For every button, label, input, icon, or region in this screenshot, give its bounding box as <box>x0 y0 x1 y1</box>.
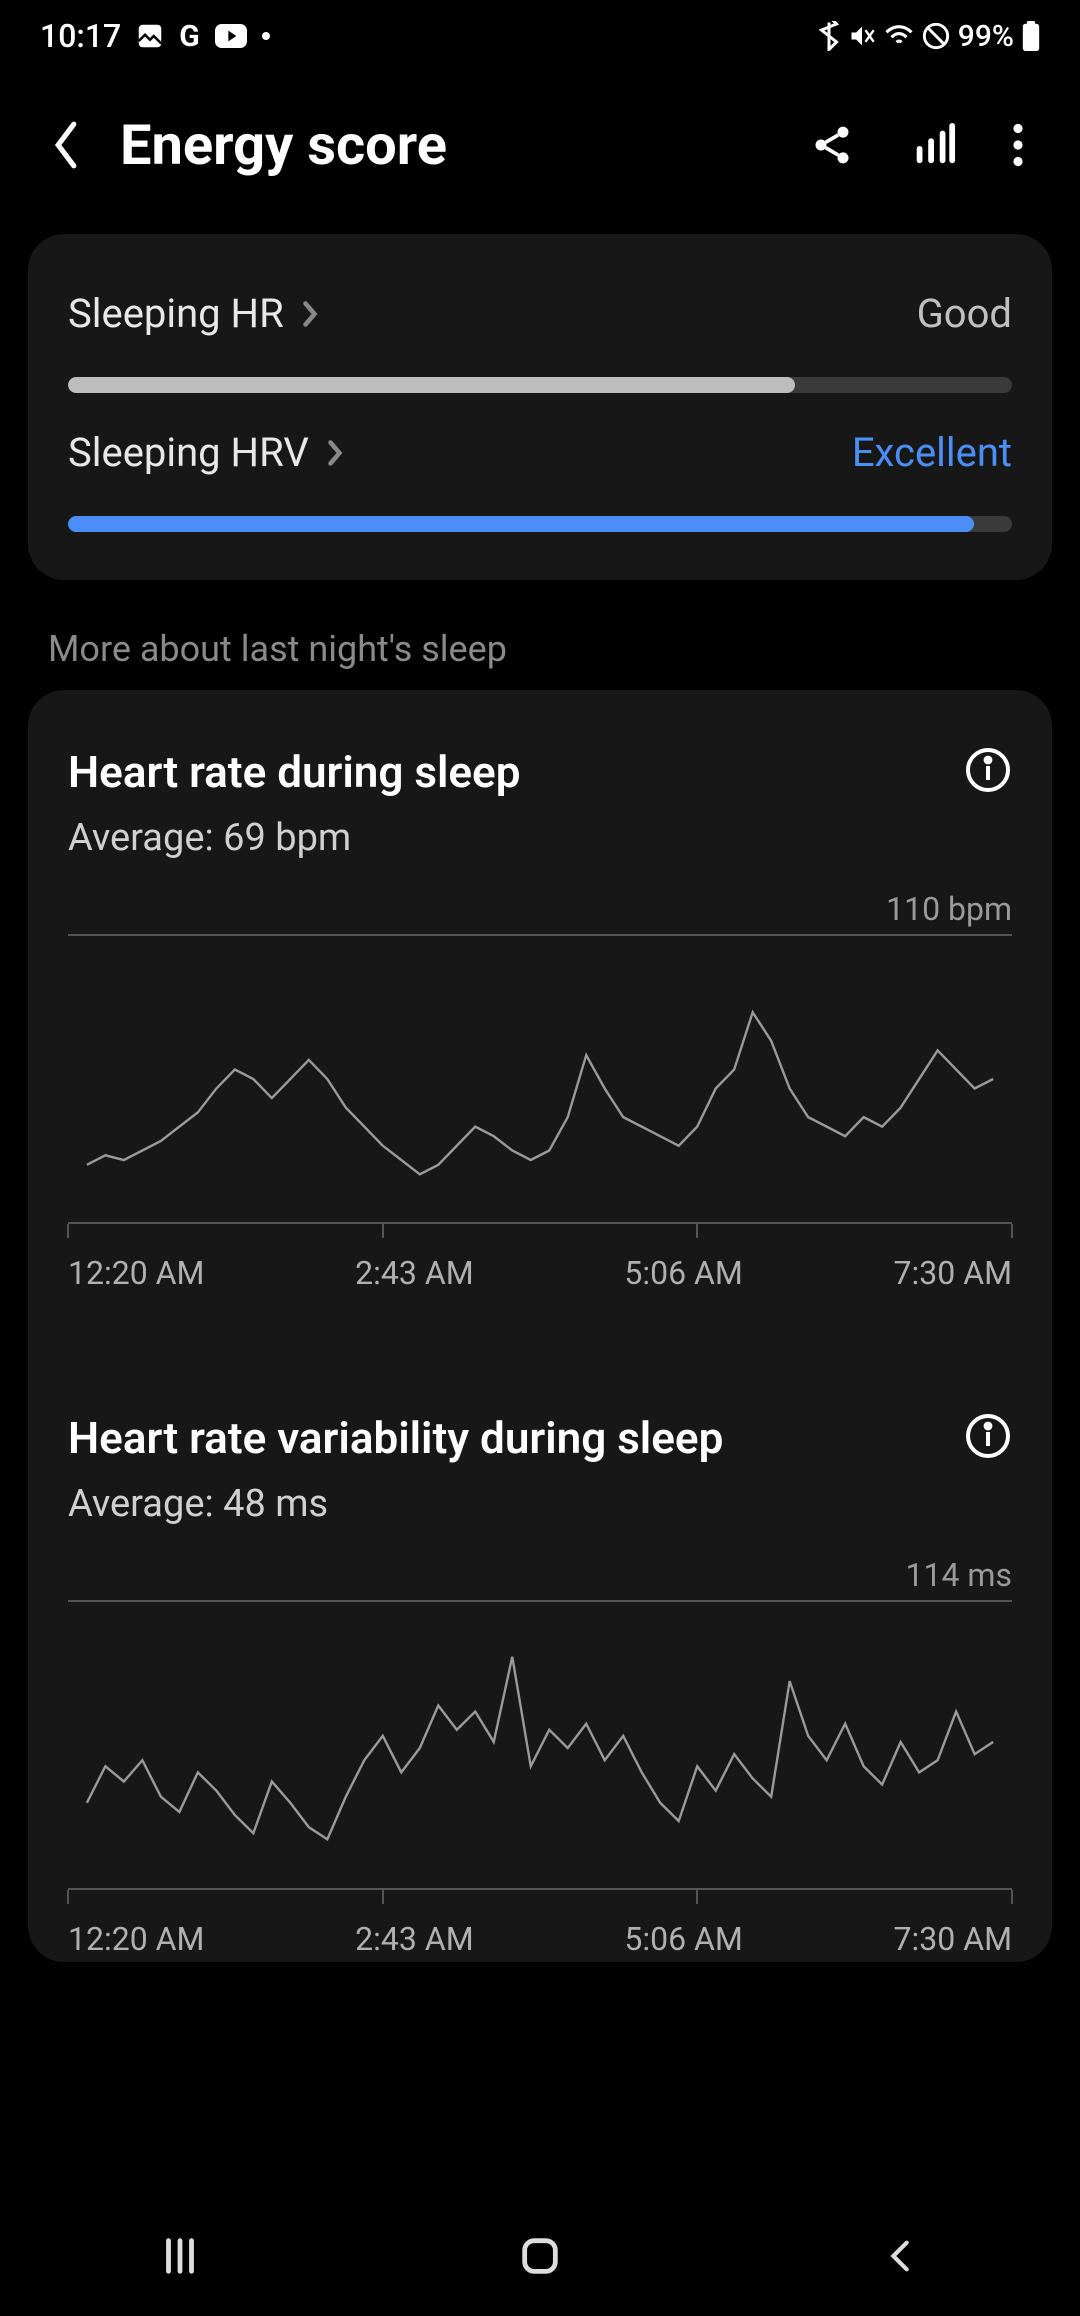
x-tick-label: 7:30 AM <box>894 1254 1012 1292</box>
status-battery-pct: 99% <box>958 19 1014 54</box>
nav-back-button[interactable] <box>870 2233 930 2279</box>
x-tick-label: 12:20 AM <box>68 1920 204 1962</box>
back-button[interactable] <box>48 119 84 171</box>
system-nav-bar <box>0 2196 1080 2316</box>
metric-status: Excellent <box>852 429 1012 476</box>
hr-chart-title: Heart rate during sleep <box>68 746 521 798</box>
youtube-icon <box>214 24 248 48</box>
hr-x-labels: 12:20 AM 2:43 AM 5:06 AM 7:30 AM <box>68 1254 1012 1292</box>
progress-fill <box>68 516 974 532</box>
hr-chart-block: Heart rate during sleep Average: 69 bpm … <box>68 746 1012 1292</box>
app-bar: Energy score <box>0 72 1080 234</box>
sleep-card: Heart rate during sleep Average: 69 bpm … <box>28 690 1052 1962</box>
gallery-icon <box>135 21 165 51</box>
status-left: 10:17 G <box>40 17 270 55</box>
page-title: Energy score <box>120 112 774 178</box>
bluetooth-icon <box>818 21 840 51</box>
hrv-chart-block: Heart rate variability during sleep Aver… <box>68 1412 1012 1962</box>
hrv-chart-max: 114 ms <box>68 1556 1012 1594</box>
mute-icon <box>848 22 876 50</box>
notification-dot-icon <box>262 32 270 40</box>
metric-row[interactable]: Sleeping HRV Excellent <box>28 393 1052 532</box>
metric-status: Good <box>917 290 1012 337</box>
hr-chart <box>68 934 1012 1224</box>
status-right: 99% <box>818 19 1040 54</box>
hrv-chart-average: Average: 48 ms <box>68 1482 723 1526</box>
hr-chart-average: Average: 69 bpm <box>68 816 521 860</box>
x-tick-label: 2:43 AM <box>355 1254 473 1292</box>
chart-button[interactable] <box>910 122 956 168</box>
progress-track <box>68 516 1012 532</box>
metric-label: Sleeping HR <box>68 290 284 337</box>
hrv-info-button[interactable] <box>964 1412 1012 1460</box>
more-button[interactable] <box>1012 123 1024 167</box>
chevron-right-icon <box>325 438 345 468</box>
metrics-card: Sleeping HR Good Sleeping HRV Excellent <box>28 234 1052 580</box>
x-tick-label: 12:20 AM <box>68 1254 204 1292</box>
home-button[interactable] <box>510 2233 570 2279</box>
hrv-chart-title: Heart rate variability during sleep <box>68 1412 723 1464</box>
wifi-icon <box>884 24 914 48</box>
metric-label: Sleeping HRV <box>68 429 309 476</box>
hrv-x-tick-marks <box>68 1890 1012 1910</box>
recents-button[interactable] <box>150 2233 210 2279</box>
progress-track <box>68 377 1012 393</box>
battery-icon <box>1022 21 1040 51</box>
hr-info-button[interactable] <box>964 746 1012 794</box>
hrv-x-labels: 12:20 AM 2:43 AM 5:06 AM 7:30 AM <box>68 1920 1012 1962</box>
metric-row[interactable]: Sleeping HR Good <box>28 254 1052 393</box>
x-tick-label: 5:06 AM <box>624 1920 742 1962</box>
x-tick-label: 7:30 AM <box>894 1920 1012 1962</box>
x-tick-label: 2:43 AM <box>355 1920 473 1962</box>
section-subtitle: More about last night's sleep <box>48 628 1080 670</box>
x-tick-label: 5:06 AM <box>624 1254 742 1292</box>
hr-chart-max: 110 bpm <box>68 890 1012 928</box>
hrv-chart <box>68 1600 1012 1890</box>
hr-x-tick-marks <box>68 1224 1012 1244</box>
dnd-icon <box>922 22 950 50</box>
share-button[interactable] <box>810 123 854 167</box>
chevron-right-icon <box>300 299 320 329</box>
google-icon: G <box>179 19 199 54</box>
progress-fill <box>68 377 795 393</box>
status-time: 10:17 <box>40 17 121 55</box>
status-bar: 10:17 G 99% <box>0 0 1080 72</box>
